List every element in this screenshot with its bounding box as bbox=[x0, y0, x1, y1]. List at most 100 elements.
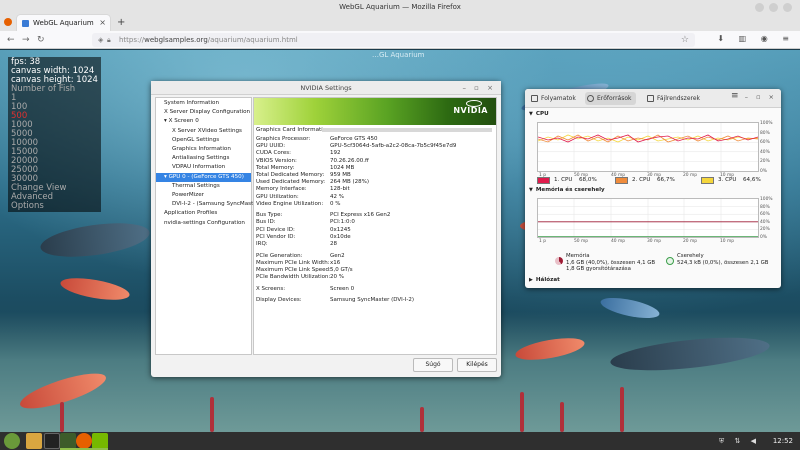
coral bbox=[520, 392, 524, 432]
bookmark-star-icon[interactable]: ☆ bbox=[681, 33, 689, 47]
new-tab-button[interactable]: + bbox=[117, 14, 125, 31]
tree-item[interactable]: ▾ GPU 0 - (GeForce GTS 450) bbox=[156, 172, 251, 182]
window-controls[interactable]: – ▫ × bbox=[745, 93, 777, 101]
x-axis-label: 30 mp bbox=[647, 239, 662, 244]
terminal-icon[interactable] bbox=[44, 433, 60, 449]
y-axis-label: 40% bbox=[760, 219, 770, 225]
y-axis-label: 0% bbox=[760, 235, 767, 240]
info-value: 959 MB bbox=[330, 171, 351, 178]
system-tray[interactable]: ⛨ ⇅ ◀ bbox=[719, 432, 760, 450]
back-button[interactable]: ← bbox=[7, 34, 15, 46]
y-axis-label: 20% bbox=[760, 227, 770, 233]
tree-item[interactable]: Thermal Settings bbox=[156, 182, 251, 191]
forward-button[interactable]: → bbox=[22, 34, 30, 46]
section-divider bbox=[322, 128, 492, 132]
favicon-icon bbox=[22, 20, 29, 27]
processes-icon bbox=[531, 95, 538, 102]
network-section-title: Hálózat bbox=[535, 277, 560, 283]
tree-item[interactable]: Application Profiles bbox=[156, 209, 251, 218]
firefox-icon[interactable] bbox=[4, 18, 12, 26]
y-axis-label: 60% bbox=[760, 140, 770, 146]
cpu-color-swatch[interactable] bbox=[537, 177, 550, 184]
x-axis-label: 1 p bbox=[539, 239, 546, 244]
cpu-legend-value: 68,0% bbox=[579, 177, 597, 183]
memory-legend: Memória 1,6 GB (40,0%), összesen 4,1 GB … bbox=[566, 253, 655, 273]
window-title: WebGL Aquarium — Mozilla Firefox bbox=[339, 3, 461, 11]
reload-button[interactable]: ↻ bbox=[37, 34, 45, 46]
tab-label: Fájlrendszerek bbox=[657, 95, 701, 102]
info-value: 5,0 GT/s bbox=[330, 266, 353, 273]
info-value: Screen 0 bbox=[330, 285, 355, 292]
maximize-icon[interactable] bbox=[769, 3, 778, 12]
nvidia-logo: NVIDIA bbox=[453, 106, 488, 115]
coral bbox=[60, 402, 64, 432]
cpu-color-swatch[interactable] bbox=[615, 177, 628, 184]
cpu-section-header[interactable]: ▼ CPU bbox=[529, 111, 549, 117]
network-section-header[interactable]: ▶ Hálózat bbox=[529, 277, 560, 283]
tab-webgl-aquarium[interactable]: WebGL Aquarium × bbox=[17, 15, 110, 31]
minimize-icon[interactable] bbox=[755, 3, 764, 12]
url-bar[interactable]: ◈ 🔒︎ https://webglsamples.org/aquarium/a… bbox=[92, 33, 695, 47]
info-value: 20 % bbox=[330, 274, 344, 281]
hud-menu-item[interactable]: Options bbox=[11, 202, 98, 211]
file-manager-icon[interactable] bbox=[26, 433, 42, 449]
tab-label: Folyamatok bbox=[541, 95, 576, 102]
tree-item[interactable]: System Information bbox=[156, 99, 251, 108]
section-title: Graphics Card Information bbox=[256, 127, 330, 133]
collapse-triangle-icon: ▶ bbox=[529, 277, 533, 283]
info-value: 264 MB (28%) bbox=[330, 179, 370, 186]
swap-title: Cserehely bbox=[677, 253, 704, 259]
start-menu-icon[interactable] bbox=[4, 433, 20, 449]
tab-processes[interactable]: Folyamatok bbox=[529, 92, 580, 105]
info-value: GPU-5cf3064d-5afb-a2c2-08ca-7b5c9f45e7d9 bbox=[330, 143, 457, 150]
tree-item[interactable]: nvidia-settings Configuration bbox=[156, 219, 251, 228]
firefox-taskbar-icon[interactable] bbox=[76, 433, 92, 449]
system-monitor-taskbar-icon[interactable] bbox=[60, 433, 76, 449]
system-monitor-window: Folyamatok Erőforrások Fájlrendszerek ≡ … bbox=[525, 89, 781, 288]
tree-item[interactable]: X Server Display Configuration bbox=[156, 108, 251, 117]
memory-section-header[interactable]: ▼ Memória és cserehely bbox=[529, 187, 605, 193]
info-key: IRQ: bbox=[256, 241, 268, 248]
tree-item[interactable]: Graphics Information bbox=[156, 145, 251, 154]
info-key: Display Devices: bbox=[256, 297, 302, 304]
info-key: Total Dedicated Memory: bbox=[256, 171, 325, 178]
tree-item[interactable]: X Server XVideo Settings bbox=[156, 127, 251, 136]
info-key: Memory Interface: bbox=[256, 186, 307, 193]
tab-filesystems[interactable]: Fájlrendszerek bbox=[645, 92, 704, 105]
tree-item[interactable]: PowerMizer bbox=[156, 191, 251, 200]
cpu-color-swatch[interactable] bbox=[701, 177, 714, 184]
y-axis-label: 80% bbox=[760, 130, 770, 136]
memory-graph bbox=[537, 198, 759, 238]
close-window-icon[interactable] bbox=[783, 3, 792, 12]
nvidia-taskbar-icon[interactable] bbox=[92, 433, 108, 449]
swap-pie-icon bbox=[666, 257, 674, 265]
tab-resources[interactable]: Erőforrások bbox=[585, 92, 636, 105]
tree-item[interactable]: Antialiasing Settings bbox=[156, 154, 251, 163]
clock[interactable]: 12:52 bbox=[773, 432, 793, 450]
sysmon-header: Folyamatok Erőforrások Fájlrendszerek ≡ … bbox=[525, 89, 781, 108]
tree-item[interactable]: ▾ X Screen 0 bbox=[156, 117, 251, 126]
window-controls[interactable]: – ▫ × bbox=[462, 81, 496, 95]
hamburger-menu-icon[interactable]: ≡ bbox=[731, 91, 739, 101]
quit-button[interactable]: Kilépés bbox=[457, 358, 497, 372]
url-host: webglsamples.org bbox=[144, 36, 208, 44]
tree-item[interactable]: VDPAU Information bbox=[156, 163, 251, 172]
help-button[interactable]: Súgó bbox=[413, 358, 453, 372]
memory-title: Memória bbox=[566, 253, 590, 259]
fish-count-options: 1 100 500 1000 5000 10000 15000 20000 25000 30000 bbox=[11, 94, 98, 184]
tree-item[interactable]: DVI-I-2 - (Samsung SyncMaster) bbox=[156, 200, 261, 209]
info-row: Display Devices: Samsung SyncMaster (DVI-… bbox=[256, 297, 494, 304]
info-row: PCI Vendor ID: 0x10de bbox=[256, 234, 494, 241]
coral bbox=[620, 387, 624, 432]
cpu-graph-svg bbox=[537, 123, 759, 171]
nvidia-nav-tree: System Information X Server Display Confi… bbox=[155, 97, 261, 355]
shield-icon[interactable]: ◈ bbox=[98, 33, 103, 47]
x-axis-label: 10 mp bbox=[720, 239, 735, 244]
tree-item[interactable]: OpenGL Settings bbox=[156, 136, 251, 145]
lock-icon[interactable]: 🔒︎ bbox=[107, 33, 111, 47]
tab-close-icon[interactable]: × bbox=[99, 15, 106, 31]
info-key: CUDA Cores: bbox=[256, 150, 291, 157]
toolbar-icons[interactable]: ⬇ ▥ ◉ ≡ bbox=[717, 34, 795, 43]
fish-count-label: Number of Fish bbox=[11, 84, 76, 94]
expand-triangle-icon: ▼ bbox=[529, 187, 533, 193]
